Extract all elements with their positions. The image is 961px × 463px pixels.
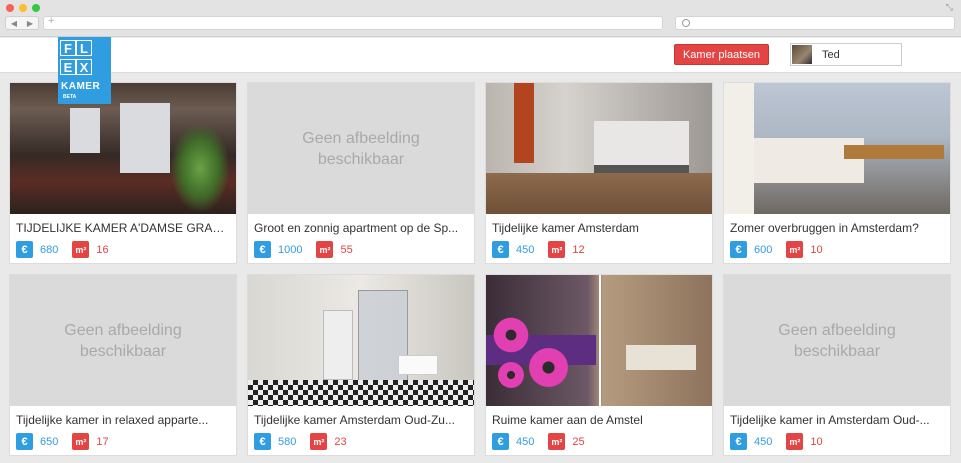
listing-price: 1000 bbox=[278, 243, 303, 256]
post-room-button[interactable]: Kamer plaatsen bbox=[674, 44, 769, 65]
logo-word: KAMER bbox=[61, 81, 101, 92]
listing-area: 23 bbox=[334, 435, 347, 448]
beta-badge: BETA bbox=[63, 94, 77, 100]
euro-icon: € bbox=[730, 433, 747, 450]
user-menu[interactable]: Ted bbox=[790, 43, 902, 66]
browser-search-input[interactable] bbox=[675, 16, 955, 30]
area-icon: m² bbox=[548, 433, 566, 450]
logo-letter: X bbox=[76, 59, 92, 75]
logo-letter: E bbox=[60, 59, 76, 75]
search-icon bbox=[682, 19, 690, 27]
listing-price: 450 bbox=[516, 243, 535, 256]
forward-icon[interactable]: ▶ bbox=[27, 19, 33, 28]
euro-icon: € bbox=[16, 241, 33, 258]
flexkamer-logo[interactable]: F L E X KAMER BETA bbox=[58, 37, 111, 104]
listing-area: 25 bbox=[572, 435, 585, 448]
listing-card[interactable]: Geen afbeelding beschikbaar Tijdelijke k… bbox=[9, 274, 237, 456]
listing-price: 600 bbox=[754, 243, 773, 256]
close-window-button[interactable] bbox=[6, 4, 14, 12]
listing-area: 17 bbox=[96, 435, 109, 448]
browser-chrome: ⤡ ◀ ▶ + bbox=[0, 0, 961, 37]
listing-price: 650 bbox=[40, 435, 59, 448]
listing-area: 16 bbox=[96, 243, 109, 256]
minimize-window-button[interactable] bbox=[19, 4, 27, 12]
listing-photo[interactable] bbox=[486, 83, 712, 214]
area-icon: m² bbox=[310, 433, 328, 450]
listing-stats: € 650 m² 17 bbox=[16, 433, 123, 450]
back-icon[interactable]: ◀ bbox=[11, 19, 17, 28]
listing-stats: € 600 m² 10 bbox=[730, 241, 837, 258]
area-icon: m² bbox=[548, 241, 566, 258]
maximize-window-button[interactable] bbox=[32, 4, 40, 12]
listing-price: 580 bbox=[278, 435, 297, 448]
area-icon: m² bbox=[786, 241, 804, 258]
listing-card[interactable]: Tijdelijke kamer Amsterdam Oud-Zu... € 5… bbox=[247, 274, 475, 456]
listing-card[interactable]: Zomer overbruggen in Amsterdam? € 600 m²… bbox=[723, 82, 951, 264]
listing-card[interactable]: Geen afbeelding beschikbaar Groot en zon… bbox=[247, 82, 475, 264]
address-bar[interactable]: + bbox=[43, 15, 663, 30]
listing-stats: € 580 m² 23 bbox=[254, 433, 361, 450]
listing-stats: € 450 m² 10 bbox=[730, 433, 837, 450]
listing-title[interactable]: Zomer overbruggen in Amsterdam? bbox=[730, 221, 944, 235]
listing-area: 12 bbox=[572, 243, 585, 256]
listing-title[interactable]: Tijdelijke kamer in relaxed apparte... bbox=[16, 413, 230, 427]
area-icon: m² bbox=[72, 241, 90, 258]
listing-price: 450 bbox=[516, 435, 535, 448]
listing-card[interactable]: Tijdelijke kamer Amsterdam € 450 m² 12 bbox=[485, 82, 713, 264]
listing-card[interactable]: TIJDELIJKE KAMER A'DAMSE GRACHT... € 680… bbox=[9, 82, 237, 264]
listing-photo[interactable] bbox=[10, 83, 236, 214]
history-nav: ◀ ▶ bbox=[5, 16, 39, 30]
listing-area: 10 bbox=[810, 435, 823, 448]
euro-icon: € bbox=[254, 433, 271, 450]
listing-card[interactable]: Geen afbeelding beschikbaar Tijdelijke k… bbox=[723, 274, 951, 456]
listing-title[interactable]: Ruime kamer aan de Amstel bbox=[492, 413, 706, 427]
listing-stats: € 450 m² 25 bbox=[492, 433, 599, 450]
euro-icon: € bbox=[492, 433, 509, 450]
listing-photo[interactable] bbox=[724, 83, 950, 214]
listing-card[interactable]: Ruime kamer aan de Amstel € 450 m² 25 bbox=[485, 274, 713, 456]
listing-title[interactable]: Tijdelijke kamer Amsterdam Oud-Zu... bbox=[254, 413, 468, 427]
area-icon: m² bbox=[786, 433, 804, 450]
avatar bbox=[792, 45, 812, 64]
logo-letter: L bbox=[76, 40, 92, 56]
area-icon: m² bbox=[316, 241, 334, 258]
listing-price: 450 bbox=[754, 435, 773, 448]
euro-icon: € bbox=[492, 241, 509, 258]
listing-title[interactable]: Tijdelijke kamer in Amsterdam Oud-... bbox=[730, 413, 944, 427]
no-image-placeholder[interactable]: Geen afbeelding beschikbaar bbox=[10, 275, 236, 406]
listing-title[interactable]: TIJDELIJKE KAMER A'DAMSE GRACHT... bbox=[16, 221, 230, 235]
listing-stats: € 1000 m² 55 bbox=[254, 241, 367, 258]
listing-photo[interactable] bbox=[248, 275, 474, 406]
listing-stats: € 450 m² 12 bbox=[492, 241, 599, 258]
logo-letter: F bbox=[60, 40, 76, 56]
user-name: Ted bbox=[822, 49, 840, 61]
listing-stats: € 680 m² 16 bbox=[16, 241, 123, 258]
listing-area: 55 bbox=[340, 243, 353, 256]
fullscreen-icon[interactable]: ⤡ bbox=[946, 3, 953, 13]
euro-icon: € bbox=[16, 433, 33, 450]
no-image-placeholder[interactable]: Geen afbeelding beschikbaar bbox=[724, 275, 950, 406]
listing-title[interactable]: Groot en zonnig apartment op de Sp... bbox=[254, 221, 468, 235]
euro-icon: € bbox=[730, 241, 747, 258]
new-tab-icon[interactable]: + bbox=[48, 15, 54, 27]
listing-title[interactable]: Tijdelijke kamer Amsterdam bbox=[492, 221, 706, 235]
no-image-placeholder[interactable]: Geen afbeelding beschikbaar bbox=[248, 83, 474, 214]
euro-icon: € bbox=[254, 241, 271, 258]
listing-price: 680 bbox=[40, 243, 59, 256]
listing-photo[interactable] bbox=[486, 275, 712, 406]
area-icon: m² bbox=[72, 433, 90, 450]
listing-area: 10 bbox=[810, 243, 823, 256]
